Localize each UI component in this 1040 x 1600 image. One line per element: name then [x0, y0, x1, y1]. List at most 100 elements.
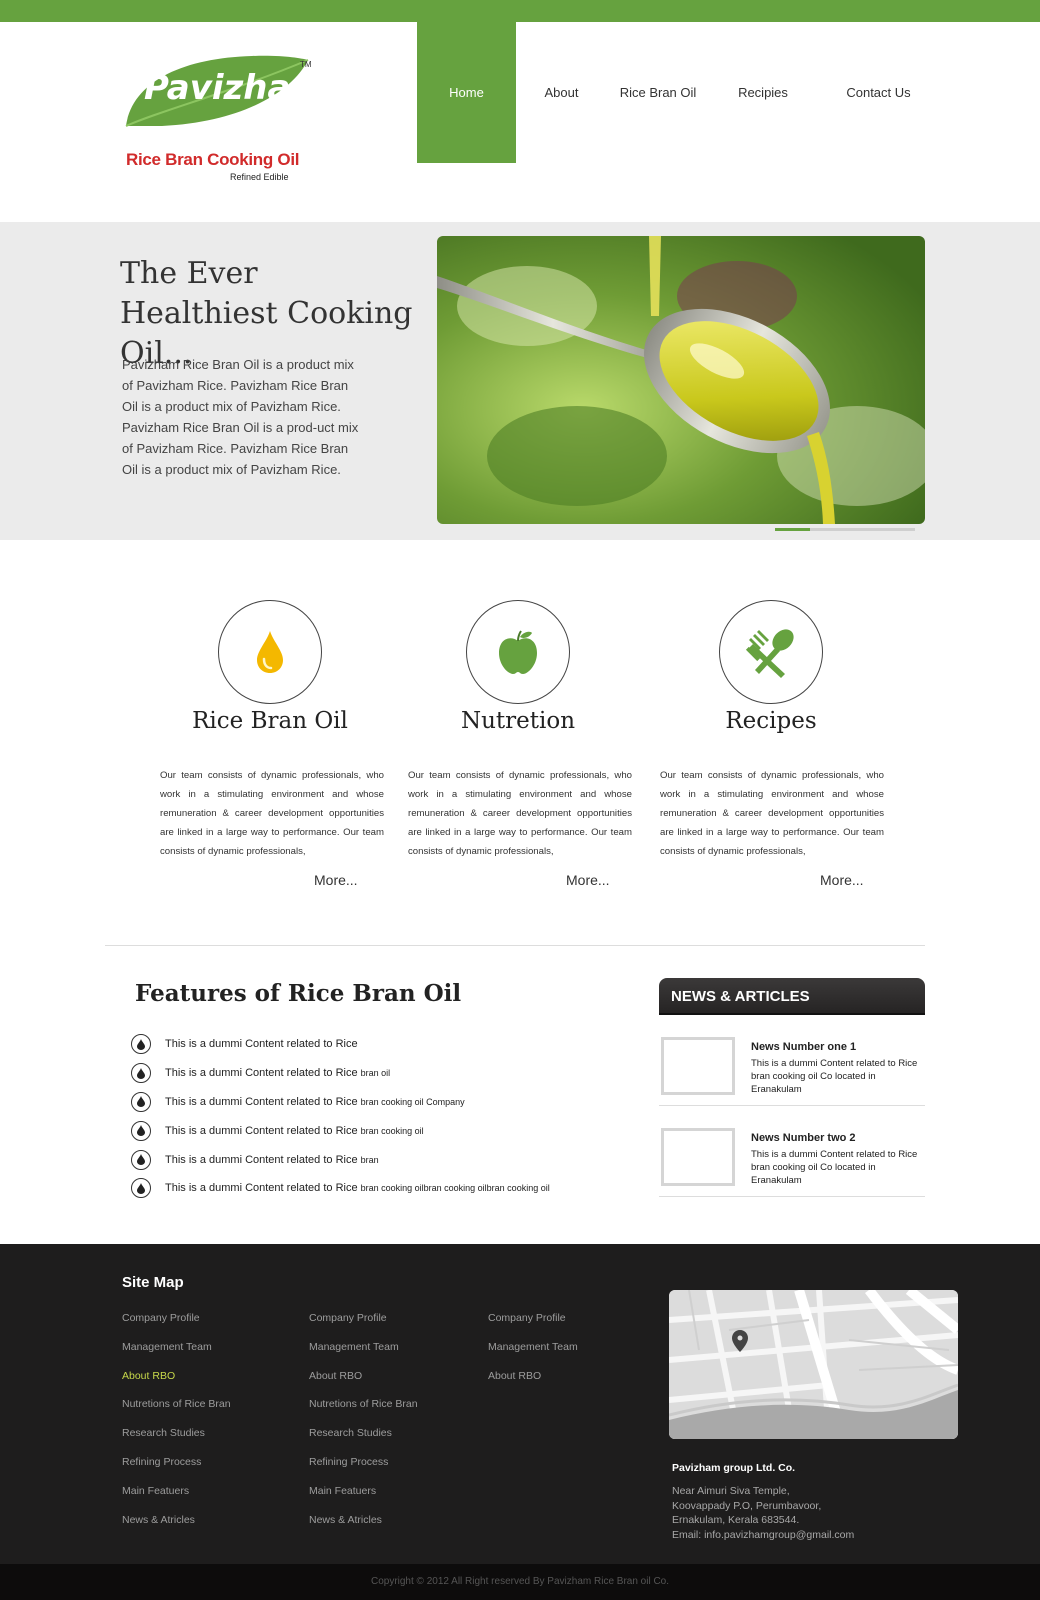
sitemap-column-1: Company Profile Management Team About RB… — [122, 1312, 231, 1542]
news-item[interactable]: News Number one 1 This is a dummi Conten… — [659, 1015, 925, 1106]
trademark: TM — [300, 60, 312, 69]
site-footer: Site Map Company Profile Management Team… — [0, 1244, 1040, 1564]
news-text: This is a dummi Content related to Rice … — [751, 1058, 918, 1095]
sitemap-link[interactable]: Nutretions of Rice Bran — [309, 1398, 418, 1427]
sitemap-link[interactable]: Refining Process — [122, 1456, 231, 1485]
service-more-link[interactable]: More... — [566, 872, 610, 888]
news-title[interactable]: News Number one 1 — [751, 1041, 856, 1053]
company-address: Near Aimuri Siva Temple, Koovappady P.O,… — [672, 1484, 854, 1542]
sitemap-link[interactable]: Nutretions of Rice Bran — [122, 1398, 231, 1427]
sitemap-link[interactable]: News & Atricles — [309, 1514, 418, 1543]
section-divider — [105, 945, 925, 946]
news-thumbnail[interactable] — [661, 1037, 735, 1095]
service-more-link[interactable]: More... — [314, 872, 358, 888]
brand-tagline: Rice Bran Cooking Oil — [126, 150, 300, 169]
features-list: This is a dummi Content related to Rice … — [131, 1030, 550, 1203]
sitemap-link[interactable]: News & Atricles — [122, 1514, 231, 1543]
drop-bullet-icon — [131, 1178, 151, 1199]
feature-item: This is a dummi Content related to Rice … — [131, 1059, 550, 1088]
news-text: This is a dummi Content related to Rice … — [751, 1149, 918, 1186]
nav-contact-us[interactable]: Contact Us — [817, 22, 940, 163]
main-nav: Home About Rice Bran Oil Recipies Contac… — [417, 22, 940, 163]
drop-bullet-icon — [131, 1063, 151, 1084]
brand-name: Pavizham — [144, 68, 326, 108]
drop-bullet-icon — [131, 1091, 151, 1112]
slider-dot-4[interactable] — [880, 528, 915, 531]
feature-item: This is a dummi Content related to Rice — [131, 1030, 550, 1059]
feature-item: This is a dummi Content related to Rice … — [131, 1116, 550, 1145]
nav-home[interactable]: Home — [417, 22, 516, 163]
service-text: Our team consists of dynamic professiona… — [660, 770, 884, 857]
sitemap-link[interactable]: Research Studies — [309, 1427, 418, 1456]
news-item[interactable]: News Number two 2 This is a dummi Conten… — [659, 1106, 925, 1197]
sitemap-link[interactable]: Main Featuers — [122, 1485, 231, 1514]
feature-small-text: bran cooking oilbran cooking oilbran coo… — [360, 1183, 550, 1194]
oil-spoon-image — [437, 236, 925, 524]
feature-item: This is a dummi Content related to Rice … — [131, 1145, 550, 1174]
feature-small-text: bran oil — [360, 1068, 391, 1079]
sitemap-link[interactable]: Refining Process — [309, 1456, 418, 1485]
sitemap-link[interactable]: Research Studies — [122, 1427, 231, 1456]
fork-spoon-icon — [745, 629, 794, 678]
sitemap-link[interactable]: About RBO — [488, 1370, 578, 1399]
service-more-link[interactable]: More... — [820, 872, 864, 888]
feature-small-text: bran — [360, 1154, 379, 1165]
service-icon-circle[interactable] — [218, 600, 322, 704]
hero-section: The Ever Healthiest Cooking Oil... Paviz… — [0, 222, 1040, 540]
sitemap-column-2: Company Profile Management Team About RB… — [309, 1312, 418, 1542]
location-map[interactable] — [669, 1290, 958, 1439]
sitemap-title: Site Map — [122, 1274, 184, 1291]
sitemap-link[interactable]: Company Profile — [122, 1312, 231, 1341]
sitemap-link[interactable]: About RBO — [309, 1370, 418, 1399]
apple-icon — [499, 630, 537, 674]
nav-recipies[interactable]: Recipies — [709, 22, 817, 163]
address-line: Koovappady P.O, Perumbavoor, — [672, 1499, 822, 1512]
service-icon-circle[interactable] — [719, 600, 823, 704]
sitemap-column-3: Company Profile Management Team About RB… — [488, 1312, 578, 1398]
feature-text: This is a dummi Content related to Rice — [165, 1038, 358, 1051]
feature-text: This is a dummi Content related to Rice — [165, 1153, 358, 1166]
company-email[interactable]: Email: info.pavizhamgroup@gmail.com — [672, 1528, 854, 1543]
drop-bullet-icon — [131, 1149, 151, 1170]
slider-pagination — [775, 528, 915, 531]
nav-about[interactable]: About — [516, 22, 607, 163]
brand-logo[interactable]: Pavizham TM Rice Bran Cooking Oil Refine… — [122, 52, 326, 182]
service-title: Recipes — [725, 708, 817, 734]
feature-text: This is a dummi Content related to Rice — [165, 1095, 358, 1108]
news-articles-box: NEWS & ARTICLES News Number one 1 This i… — [659, 978, 925, 1197]
sitemap-link[interactable]: Main Featuers — [309, 1485, 418, 1514]
top-accent-bar — [0, 0, 1040, 22]
feature-item: This is a dummi Content related to Rice … — [131, 1088, 550, 1117]
service-text: Our team consists of dynamic professiona… — [408, 770, 632, 857]
sitemap-link[interactable]: Company Profile — [309, 1312, 418, 1341]
sitemap-link[interactable]: Company Profile — [488, 1312, 578, 1341]
feature-small-text: bran cooking oil — [360, 1125, 424, 1136]
service-text: Our team consists of dynamic professiona… — [160, 770, 384, 857]
feature-text: This is a dummi Content related to Rice — [165, 1182, 358, 1195]
company-name: Pavizham group Ltd. Co. — [672, 1462, 796, 1474]
drop-bullet-icon — [131, 1120, 151, 1141]
sitemap-link[interactable]: Management Team — [488, 1341, 578, 1370]
feature-item: This is a dummi Content related to Rice … — [131, 1174, 550, 1203]
hero-slide-image[interactable] — [437, 236, 925, 524]
slider-dot-2[interactable] — [810, 528, 845, 531]
feature-small-text: bran cooking oil Company — [360, 1096, 465, 1107]
slider-dot-1[interactable] — [775, 528, 810, 531]
services-section: Rice Bran Oil Our team consists of dynam… — [0, 540, 1040, 945]
news-header: NEWS & ARTICLES — [659, 978, 925, 1015]
sitemap-link-active[interactable]: About RBO — [122, 1370, 231, 1399]
address-line: Near Aimuri Siva Temple, — [672, 1485, 790, 1497]
sitemap-link[interactable]: Management Team — [309, 1341, 418, 1370]
sitemap-link[interactable]: Management Team — [122, 1341, 231, 1370]
news-thumbnail[interactable] — [661, 1128, 735, 1186]
copyright-bar: Copyright © 2012 All Right reserved By P… — [0, 1564, 1040, 1600]
news-title[interactable]: News Number two 2 — [751, 1132, 856, 1144]
service-title: Nutretion — [460, 708, 576, 734]
service-icon-circle[interactable] — [466, 600, 570, 704]
drop-bullet-icon — [131, 1034, 151, 1055]
slider-dot-3[interactable] — [845, 528, 880, 531]
nav-rice-bran-oil[interactable]: Rice Bran Oil — [607, 22, 709, 163]
map-image — [669, 1290, 958, 1439]
hero-text: Pavizham Rice Bran Oil is a product mix … — [122, 357, 359, 477]
site-header: Pavizham TM Rice Bran Cooking Oil Refine… — [0, 22, 1040, 222]
